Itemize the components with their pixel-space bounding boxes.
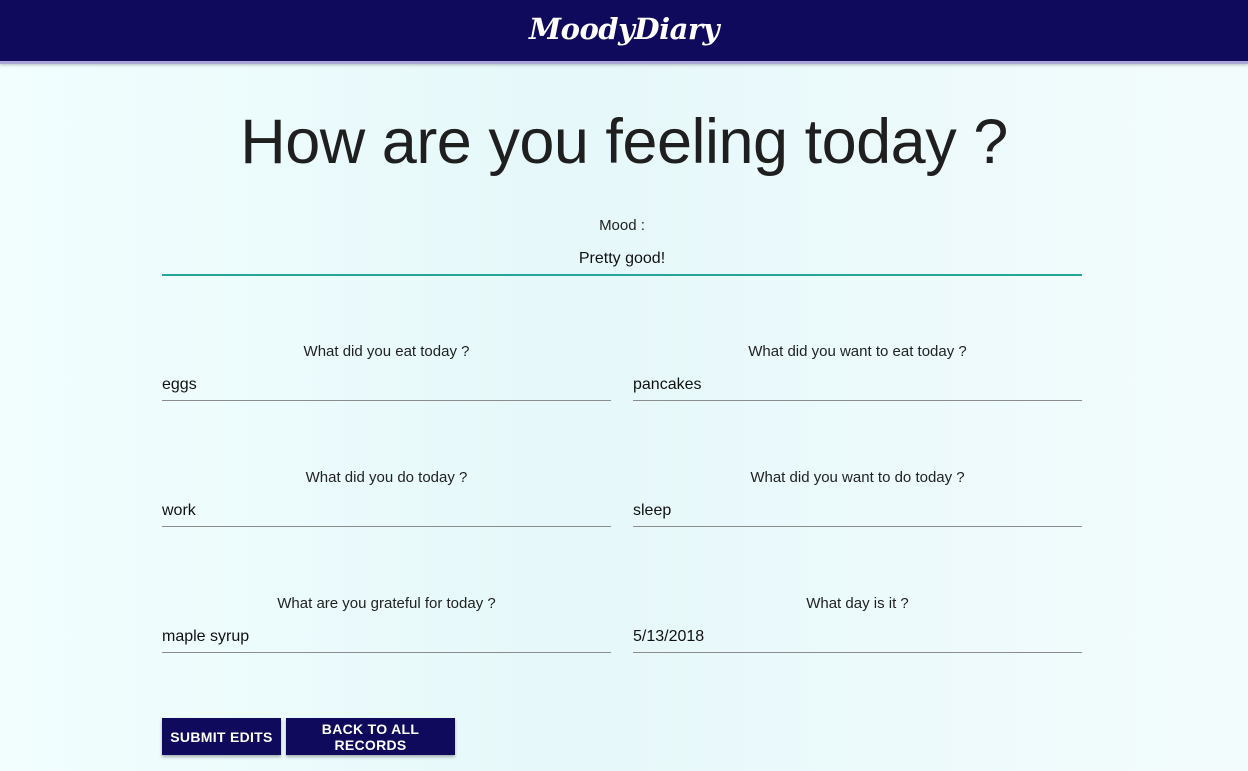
ate-label: What did you eat today ?	[303, 343, 470, 360]
did-input[interactable]	[162, 496, 611, 527]
day-input[interactable]	[633, 622, 1082, 653]
ate-input[interactable]	[162, 370, 611, 401]
grateful-input[interactable]	[162, 622, 611, 653]
mood-label: Mood :	[599, 217, 645, 234]
brand-logo[interactable]: MoodyDiary	[0, 12, 1248, 46]
back-to-all-records-button[interactable]: BACK TO ALL RECORDS	[286, 718, 455, 755]
day-label: What day is it ?	[806, 595, 909, 612]
wanted-to-do-input[interactable]	[633, 496, 1082, 527]
did-label: What did you do today ?	[305, 469, 468, 486]
wanted-to-eat-label: What did you want to eat today ?	[748, 343, 967, 360]
wanted-to-eat-input[interactable]	[633, 370, 1082, 401]
mood-input[interactable]	[162, 244, 1082, 276]
grateful-label: What are you grateful for today ?	[277, 595, 496, 612]
page-title: How are you feeling today ?	[240, 107, 1008, 177]
wanted-to-do-label: What did you want to do today ?	[750, 469, 965, 486]
submit-edits-button[interactable]: SUBMIT EDITS	[162, 718, 281, 755]
top-navbar: MoodyDiary	[0, 0, 1248, 64]
